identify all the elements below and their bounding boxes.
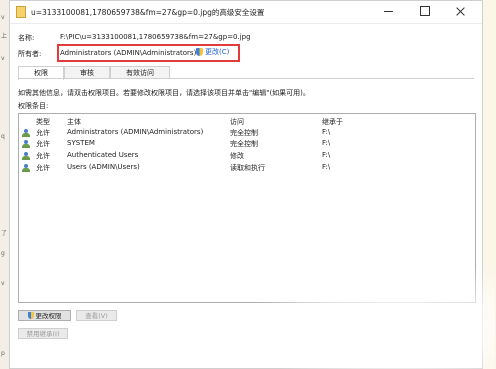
cell-inherited-from: F:\ xyxy=(322,163,331,171)
advanced-security-settings-window: u=3133100081,1780659738&fm=27&gp=0.jpg的高… xyxy=(9,0,483,369)
owner-label: 所有者: xyxy=(18,50,42,58)
info-text: 如需其他信息，请双击权限项目。若要修改权限项目，请选择该项目并单击"编辑"(如果… xyxy=(18,89,310,97)
column-header-access[interactable]: 访问 xyxy=(230,117,244,127)
user-group-icon xyxy=(22,164,30,172)
background-window-right xyxy=(482,0,496,369)
cell-type: 允许 xyxy=(36,140,50,148)
user-group-icon xyxy=(22,152,30,160)
cell-access: 完全控制 xyxy=(230,129,258,137)
shield-icon xyxy=(196,48,203,56)
strip-char: 上 xyxy=(1,33,8,40)
file-icon xyxy=(16,6,26,18)
column-header-inherited-from[interactable]: 继承于 xyxy=(322,117,343,127)
tab-divider xyxy=(18,78,474,79)
minimize-icon[interactable] xyxy=(371,1,405,21)
change-permissions-label: 更改权限 xyxy=(35,312,62,320)
shield-icon xyxy=(27,312,34,319)
change-permissions-button[interactable]: 更改权限 xyxy=(18,310,71,321)
strip-char: v xyxy=(1,280,5,287)
cell-principal: Authenticated Users xyxy=(67,151,139,159)
table-row[interactable]: 允许 Authenticated Users 修改 F:\ xyxy=(19,151,475,162)
permission-entries-table[interactable]: 类型 主体 访问 继承于 允许 Administrators (ADMIN\Ad… xyxy=(18,113,476,303)
cell-principal: Administrators (ADMIN\Administrators) xyxy=(67,128,204,136)
maximize-icon[interactable] xyxy=(407,1,441,21)
cell-access: 读取和执行 xyxy=(230,164,265,172)
view-button[interactable]: 查看(V) xyxy=(76,310,117,321)
column-header-type[interactable]: 类型 xyxy=(36,117,50,127)
strip-char: v xyxy=(1,14,5,21)
close-icon[interactable] xyxy=(443,1,477,21)
column-header-principal[interactable]: 主体 xyxy=(67,117,81,127)
cell-principal: SYSTEM xyxy=(67,139,95,147)
owner-value: Administrators (ADMIN\Administrators) xyxy=(60,49,197,57)
user-group-icon xyxy=(22,140,30,148)
disable-inheritance-button[interactable]: 禁用继承(I) xyxy=(18,328,68,339)
change-owner-link[interactable]: 更改(C) xyxy=(196,47,229,57)
strip-char: p xyxy=(1,350,5,357)
table-row[interactable]: 允许 SYSTEM 完全控制 F:\ xyxy=(19,139,475,150)
cell-inherited-from: F:\ xyxy=(322,139,331,147)
strip-char: q xyxy=(1,133,5,140)
cell-principal: Users (ADMIN\Users) xyxy=(67,163,140,171)
window-title: u=3133100081,1780659738&fm=27&gp=0.jpg的高… xyxy=(31,8,265,17)
change-owner-label: 更改(C) xyxy=(205,48,230,56)
cell-access: 完全控制 xyxy=(230,140,258,148)
name-label: 名称: xyxy=(18,34,35,42)
cell-inherited-from: F:\ xyxy=(322,151,331,159)
user-group-icon xyxy=(22,129,30,137)
cell-type: 允许 xyxy=(36,164,50,172)
cell-access: 修改 xyxy=(230,152,244,160)
cell-type: 允许 xyxy=(36,129,50,137)
strip-char: v xyxy=(1,55,5,62)
cell-type: 允许 xyxy=(36,152,50,160)
strip-char: g xyxy=(1,250,5,257)
permission-entries-label: 权限条目: xyxy=(18,102,49,110)
name-value: F:\PIC\u=3133100081,1780659738&fm=27&gp=… xyxy=(60,33,251,41)
title-bar[interactable]: u=3133100081,1780659738&fm=27&gp=0.jpg的高… xyxy=(10,1,482,24)
table-row[interactable]: 允许 Users (ADMIN\Users) 读取和执行 F:\ xyxy=(19,163,475,174)
strip-char: 了 xyxy=(1,230,8,237)
cell-inherited-from: F:\ xyxy=(322,128,331,136)
table-row[interactable]: 允许 Administrators (ADMIN\Administrators)… xyxy=(19,128,475,139)
